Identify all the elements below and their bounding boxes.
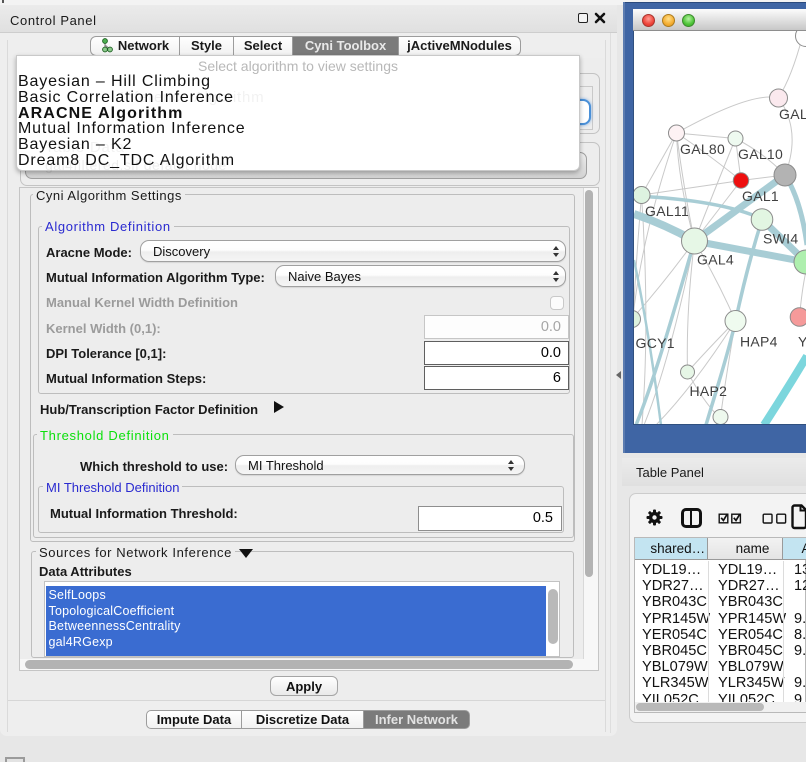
- svg-text:HAP4: HAP4: [740, 334, 778, 350]
- svg-text:GAL1: GAL1: [742, 188, 779, 204]
- svg-text:HAP2: HAP2: [690, 383, 728, 399]
- svg-text:GAL4: GAL4: [697, 252, 734, 268]
- svg-text:GCY1: GCY1: [636, 335, 675, 351]
- svg-text:GAL80: GAL80: [680, 141, 725, 157]
- svg-text:GAL7: GAL7: [779, 106, 806, 122]
- svg-text:GAL11: GAL11: [645, 203, 689, 219]
- svg-text:SWI4: SWI4: [763, 231, 798, 247]
- svg-text:GAL10: GAL10: [738, 146, 783, 162]
- svg-text:YJ: YJ: [798, 334, 806, 350]
